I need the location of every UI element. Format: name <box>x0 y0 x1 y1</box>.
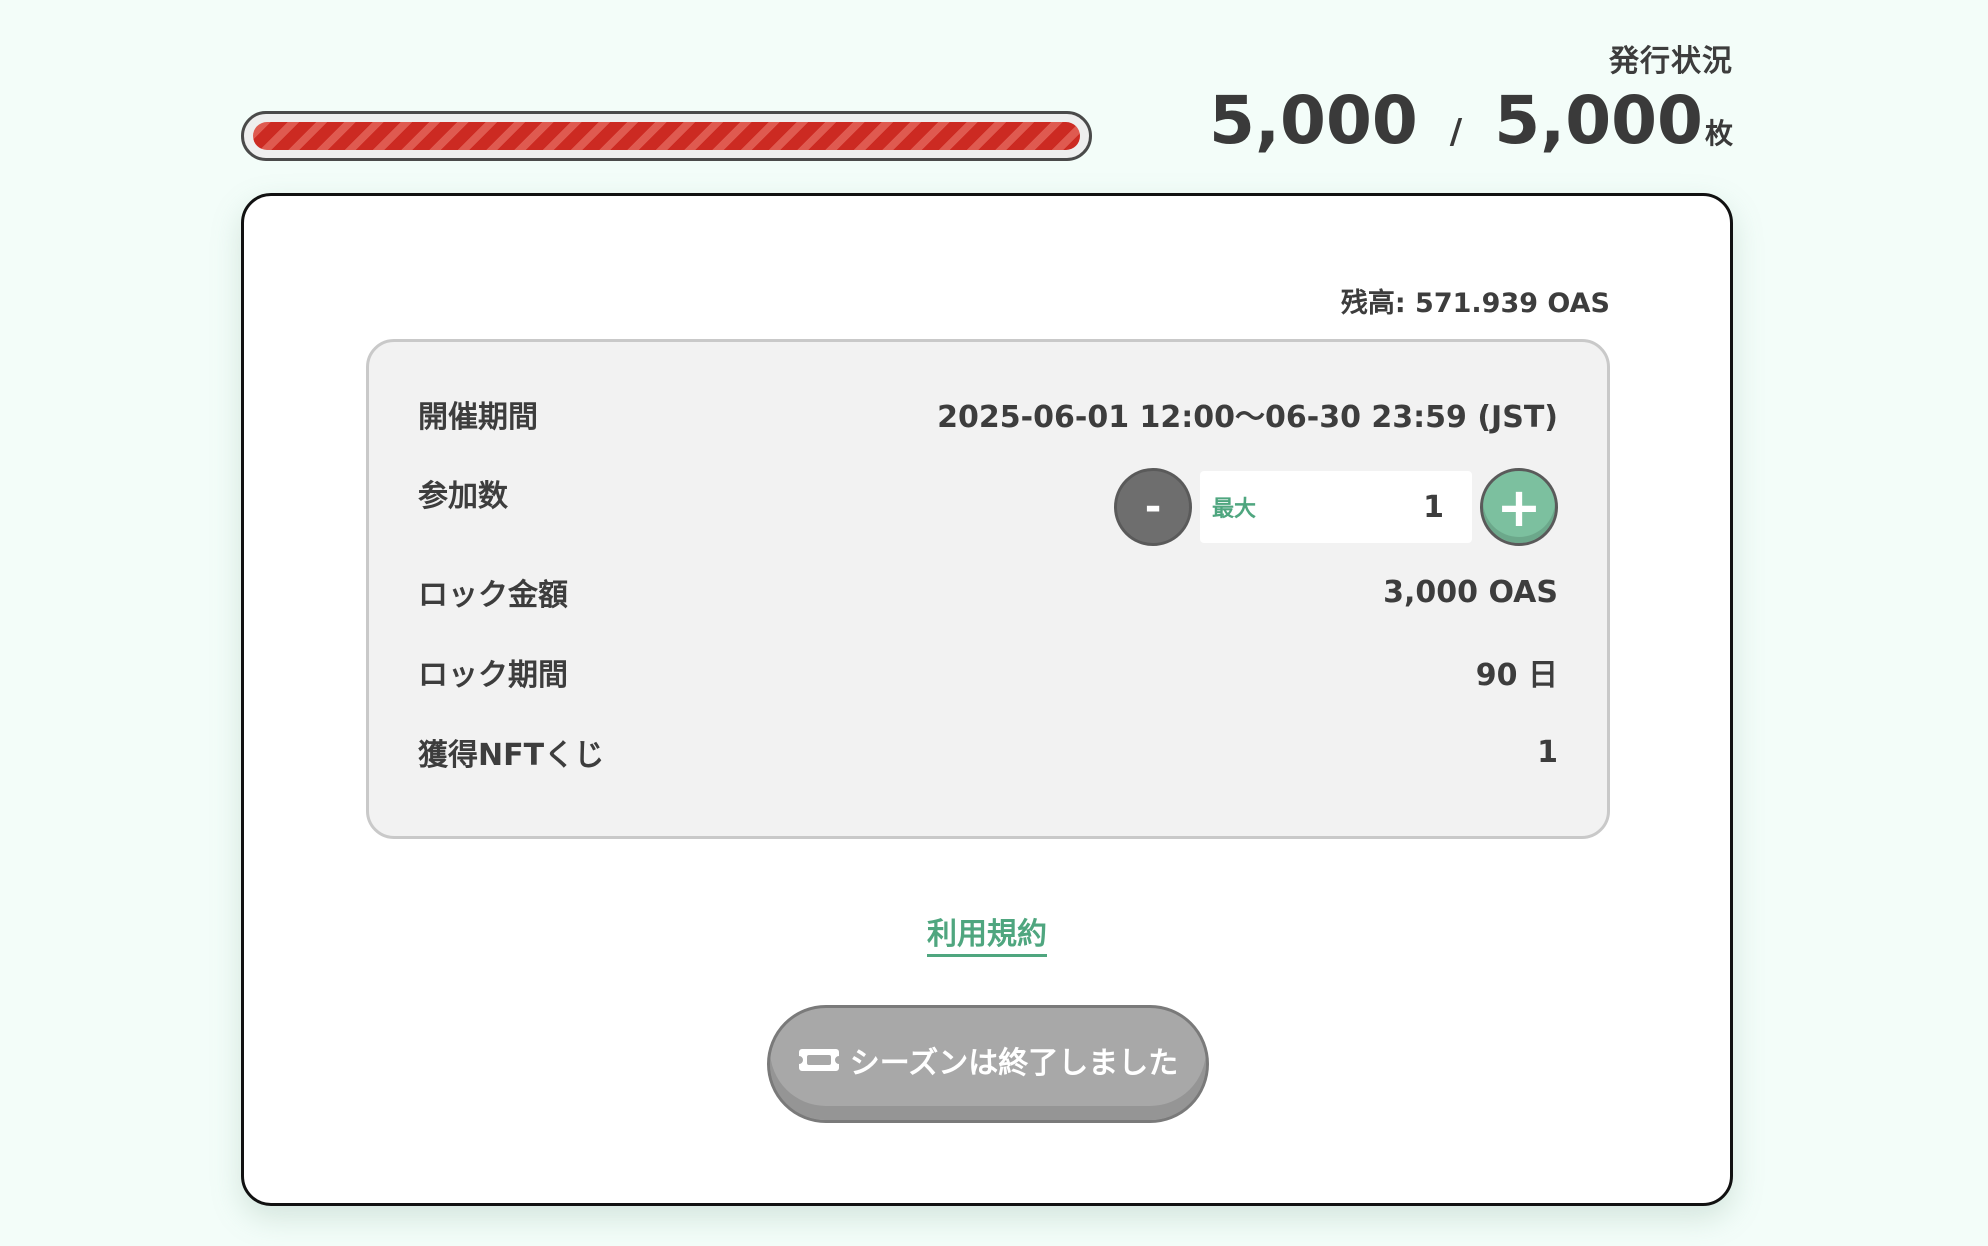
issue-progress-fill <box>253 122 1080 150</box>
season-ended-button[interactable]: シーズンは終了しました <box>767 1005 1209 1123</box>
total-count: 5,000 <box>1494 82 1703 159</box>
lock-amount-row: ロック金額 3,000 OAS <box>418 570 1558 614</box>
season-ended-label: シーズンは終了しました <box>849 1046 1179 1081</box>
period-value: 2025-06-01 12:00〜06-30 23:59 (JST) <box>937 400 1558 435</box>
participation-count-row: 参加数 - 最大 1 + <box>418 467 1558 547</box>
issue-progress-bar <box>241 111 1092 161</box>
issued-count: 5,000 <box>1209 82 1418 159</box>
quantity-value: 1 <box>1423 489 1444 525</box>
issue-count: 5,000 / 5,000 枚 <box>1209 88 1733 154</box>
terms-link[interactable]: 利用規約 <box>927 917 1047 957</box>
details-panel: 開催期間 2025-06-01 12:00〜06-30 23:59 (JST) … <box>366 339 1610 839</box>
decrement-button[interactable]: - <box>1114 468 1192 546</box>
period-row: 開催期間 2025-06-01 12:00〜06-30 23:59 (JST) <box>418 392 1558 436</box>
increment-button[interactable]: + <box>1480 468 1558 546</box>
participation-card: 残高: 571.939 OAS 開催期間 2025-06-01 12:00〜06… <box>241 193 1733 1206</box>
terms-link-wrapper: 利用規約 <box>244 909 1730 957</box>
balance-text: 残高: 571.939 OAS <box>1340 288 1610 319</box>
ticket-icon <box>798 1046 840 1074</box>
lock-amount-label: ロック金額 <box>418 578 568 613</box>
issue-status-label: 発行状況 <box>1609 44 1733 79</box>
nft-lottery-row: 獲得NFTくじ 1 <box>418 730 1558 774</box>
nft-lottery-label: 獲得NFTくじ <box>418 738 605 773</box>
max-button[interactable]: 最大 <box>1212 491 1256 523</box>
lock-amount-value: 3,000 OAS <box>1383 574 1558 610</box>
count-unit: 枚 <box>1704 117 1733 150</box>
lock-period-row: ロック期間 90 日 <box>418 650 1558 694</box>
lock-period-value: 90 日 <box>1475 658 1558 693</box>
nft-lottery-value: 1 <box>1537 734 1558 770</box>
quantity-field[interactable]: 最大 1 <box>1200 471 1472 543</box>
quantity-stepper: - 最大 1 + <box>1114 468 1558 546</box>
count-separator: / <box>1449 112 1463 152</box>
lock-period-label: ロック期間 <box>418 658 568 693</box>
count-label: 参加数 <box>418 479 508 514</box>
period-label: 開催期間 <box>418 400 538 435</box>
